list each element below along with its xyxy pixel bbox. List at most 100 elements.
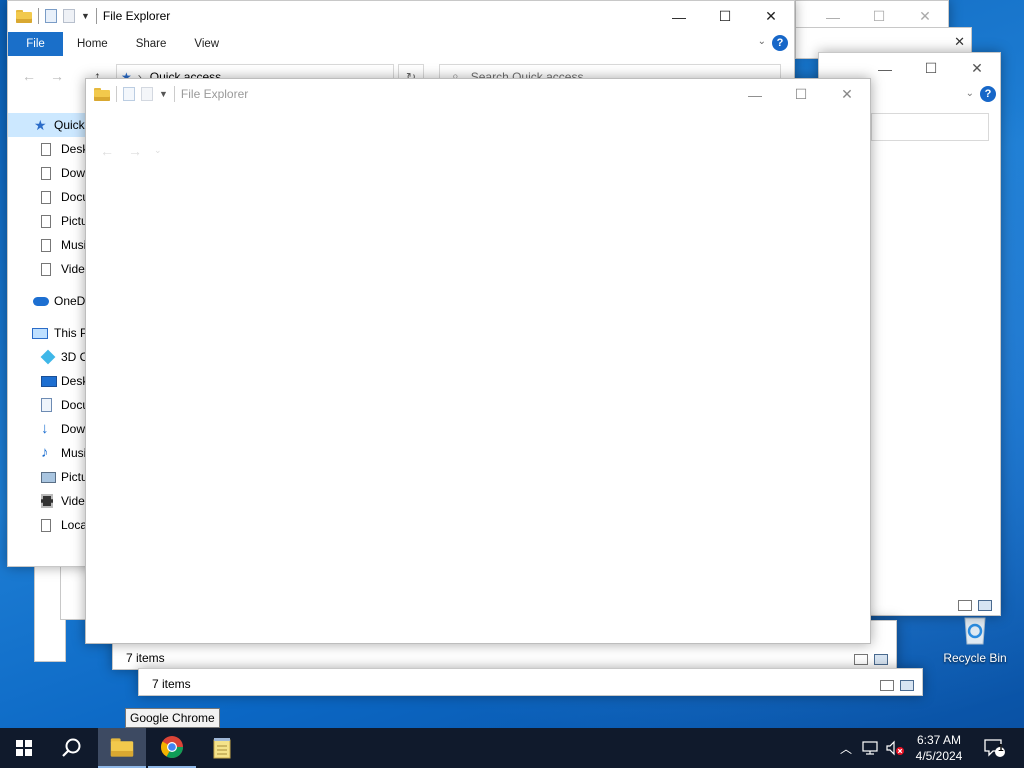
details-view-icon[interactable] bbox=[880, 680, 894, 691]
title-bar[interactable]: ▼ File Explorer — ☐ ✕ bbox=[8, 1, 794, 32]
forward-arrow-icon[interactable]: → bbox=[128, 143, 142, 159]
music-note-icon: ♪ bbox=[41, 444, 49, 461]
search-box[interactable] bbox=[871, 113, 989, 141]
large-icons-view-icon[interactable] bbox=[874, 654, 888, 665]
back-arrow-icon[interactable]: ← bbox=[100, 143, 114, 159]
caption-buttons: — ☐ ✕ bbox=[732, 79, 870, 110]
properties-icon[interactable] bbox=[123, 87, 135, 101]
windows-logo-icon bbox=[16, 740, 32, 756]
nav-item-pictures[interactable]: Pictures bbox=[8, 209, 88, 233]
nav-item-quick-access[interactable]: ★ Quick access bbox=[8, 113, 88, 137]
nav-label: Quick access bbox=[54, 118, 88, 132]
help-icon[interactable]: ? bbox=[772, 35, 788, 51]
recent-locations-icon[interactable]: ⌄ bbox=[154, 145, 162, 156]
minimize-button[interactable]: — bbox=[732, 79, 778, 110]
nav-item-3d-objects[interactable]: 3D Objects bbox=[8, 345, 88, 369]
nav-label: Pictures bbox=[61, 470, 88, 484]
properties-icon[interactable] bbox=[45, 9, 57, 23]
nav-item-desktop-pc[interactable]: Desktop bbox=[8, 369, 88, 393]
tab-file[interactable]: File bbox=[8, 32, 63, 56]
forward-arrow-icon[interactable]: → bbox=[50, 68, 64, 84]
nav-item-music[interactable]: Music bbox=[8, 233, 88, 257]
nav-item-local-disk[interactable]: Local Disk (C:) bbox=[8, 513, 88, 537]
maximize-button[interactable]: ☐ bbox=[908, 53, 954, 84]
toolbar-separator bbox=[173, 86, 175, 102]
taskbar-notepad[interactable] bbox=[198, 728, 246, 768]
document-icon bbox=[41, 214, 51, 228]
recycle-bin-shortcut[interactable]: Recycle Bin bbox=[940, 612, 1010, 665]
nav-item-this-pc[interactable]: This PC bbox=[8, 321, 88, 345]
clock[interactable]: 6:37 AM 4/5/2024 bbox=[908, 728, 970, 768]
new-folder-icon[interactable] bbox=[141, 87, 153, 101]
nav-item-downloads-pc[interactable]: ↓ Downloads bbox=[8, 417, 88, 441]
monitor-icon bbox=[41, 375, 57, 387]
folder-icon bbox=[110, 737, 134, 757]
download-arrow-icon: ↓ bbox=[41, 420, 49, 437]
nav-label: Downloads bbox=[61, 166, 88, 180]
cloud-icon bbox=[33, 297, 49, 306]
nav-item-documents[interactable]: Documents bbox=[8, 185, 88, 209]
large-icons-view-icon[interactable] bbox=[900, 680, 914, 691]
nav-item-onedrive[interactable]: OneDrive bbox=[8, 289, 88, 313]
details-view-icon[interactable] bbox=[854, 654, 868, 665]
close-button[interactable]: ✕ bbox=[954, 53, 1000, 84]
background-explorer-window-5[interactable]: 7 items bbox=[138, 668, 923, 696]
new-folder-icon[interactable] bbox=[63, 9, 75, 23]
chrome-icon bbox=[161, 736, 183, 758]
nav-label: Videos bbox=[61, 494, 88, 508]
recycle-bin-label: Recycle Bin bbox=[943, 651, 1007, 665]
maximize-button[interactable]: ☐ bbox=[702, 1, 748, 32]
nav-label: This PC bbox=[54, 326, 88, 340]
nav-item-desktop[interactable]: Desktop bbox=[8, 137, 88, 161]
network-button[interactable] bbox=[860, 728, 882, 768]
search-button[interactable] bbox=[48, 728, 96, 768]
status-bar: 7 items bbox=[139, 673, 922, 695]
nav-item-videos[interactable]: Videos bbox=[8, 257, 88, 281]
nav-item-music-pc[interactable]: ♪ Music bbox=[8, 441, 88, 465]
chevron-down-icon[interactable]: ⌄ bbox=[966, 88, 974, 99]
search-icon bbox=[62, 738, 81, 757]
nav-item-downloads[interactable]: Downloads bbox=[8, 161, 88, 185]
nav-label: Desktop bbox=[61, 142, 88, 156]
close-button[interactable]: ✕ bbox=[824, 79, 870, 110]
volume-button[interactable] bbox=[884, 728, 906, 768]
help-icon[interactable]: ? bbox=[980, 86, 996, 102]
back-arrow-icon[interactable]: ← bbox=[22, 68, 36, 84]
nav-label: Documents bbox=[61, 398, 88, 412]
caption-buttons: — ☐ ✕ bbox=[656, 1, 794, 32]
taskbar-file-explorer[interactable] bbox=[98, 728, 146, 768]
folder-icon bbox=[94, 87, 110, 101]
title-bar[interactable]: ▼ File Explorer — ☐ ✕ bbox=[86, 79, 870, 110]
nav-item-documents-pc[interactable]: Documents bbox=[8, 393, 88, 417]
details-view-icon[interactable] bbox=[958, 600, 972, 611]
document-icon bbox=[41, 166, 51, 180]
tab-home[interactable]: Home bbox=[63, 32, 122, 56]
customize-toolbar-dropdown-icon[interactable]: ▼ bbox=[159, 89, 168, 99]
show-hidden-icons-button[interactable]: ︿ bbox=[836, 728, 856, 768]
front-explorer-window[interactable]: ▼ File Explorer — ☐ ✕ ← → ⌄ bbox=[85, 78, 871, 644]
window-title: File Explorer bbox=[180, 87, 249, 101]
close-icon[interactable]: ✕ bbox=[954, 34, 965, 50]
expand-ribbon-icon[interactable]: ⌄ bbox=[758, 36, 766, 47]
large-icons-view-icon[interactable] bbox=[978, 600, 992, 611]
clock-time: 6:37 AM bbox=[916, 733, 962, 747]
nav-label: Pictures bbox=[61, 214, 88, 228]
customize-toolbar-dropdown-icon[interactable]: ▼ bbox=[81, 11, 90, 21]
start-button[interactable] bbox=[0, 728, 48, 768]
network-icon bbox=[862, 741, 878, 755]
tab-share[interactable]: Share bbox=[122, 32, 181, 56]
notification-count: 1 bbox=[998, 743, 1004, 754]
taskbar-google-chrome[interactable] bbox=[148, 728, 196, 768]
window-title: File Explorer bbox=[102, 9, 171, 23]
action-center-button[interactable]: 1 bbox=[976, 728, 1012, 768]
view-toggle bbox=[958, 600, 992, 611]
nav-item-videos-pc[interactable]: Videos bbox=[8, 489, 88, 513]
document-icon bbox=[41, 142, 51, 156]
taskbar-tooltip: Google Chrome bbox=[125, 708, 220, 728]
tab-view[interactable]: View bbox=[180, 32, 233, 56]
nav-label: Music bbox=[61, 446, 88, 460]
nav-item-pictures-pc[interactable]: Pictures bbox=[8, 465, 88, 489]
close-button[interactable]: ✕ bbox=[748, 1, 794, 32]
maximize-button[interactable]: ☐ bbox=[778, 79, 824, 110]
minimize-button[interactable]: — bbox=[656, 1, 702, 32]
